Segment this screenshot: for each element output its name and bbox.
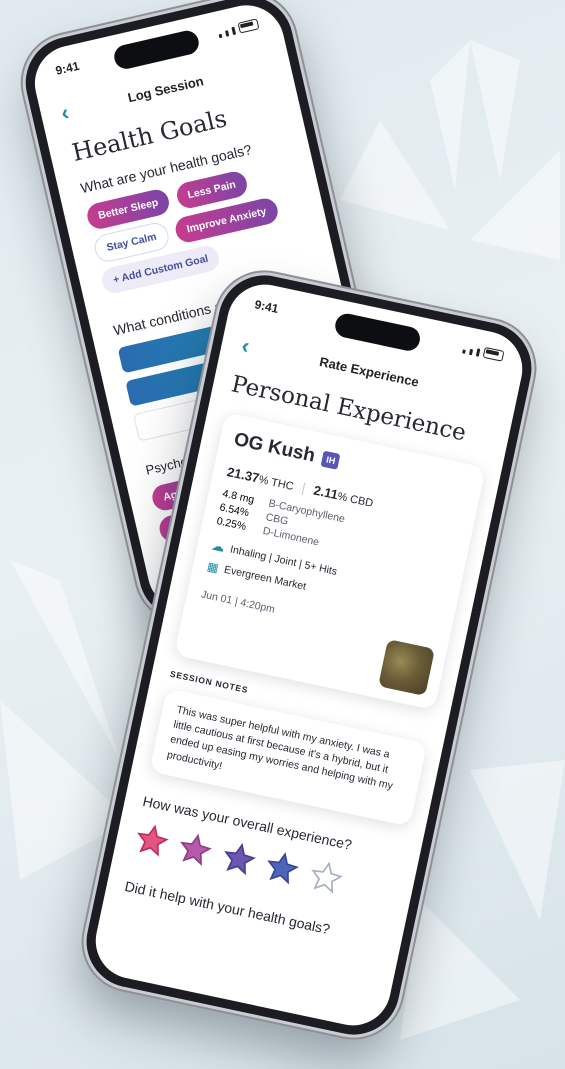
status-icons xyxy=(217,18,260,39)
cbd-value: 2.11 xyxy=(312,482,340,503)
signal-bar xyxy=(231,26,237,36)
cbd-unit: % CBD xyxy=(336,490,375,510)
star-icon[interactable] xyxy=(132,820,172,860)
status-icons xyxy=(462,342,505,362)
thc-value: 21.37 xyxy=(225,464,261,486)
star-shape xyxy=(311,861,343,894)
star-shape xyxy=(267,852,300,885)
status-time: 9:41 xyxy=(253,297,280,316)
strain-type-badge: IH xyxy=(320,450,341,470)
star-icon[interactable] xyxy=(175,829,215,869)
signal-bar xyxy=(475,348,481,357)
dynamic-island xyxy=(111,28,202,72)
status-time: 9:41 xyxy=(54,58,81,78)
signal-icon xyxy=(462,349,466,354)
star-icon[interactable] xyxy=(262,848,302,888)
signal-icon xyxy=(218,33,223,39)
strain-name: OG Kush xyxy=(232,428,317,467)
strain-photo xyxy=(378,639,435,697)
battery-icon xyxy=(482,346,505,362)
session-datetime: Jun 01 | 4:20pm xyxy=(200,588,277,616)
star-shape xyxy=(224,842,256,876)
star-icon[interactable] xyxy=(219,839,259,879)
star-icon[interactable] xyxy=(306,857,346,897)
inhale-icon: ☁ xyxy=(210,537,227,555)
store-icon: ▦ xyxy=(205,559,220,576)
signal-bar xyxy=(225,30,230,37)
thc-unit: % THC xyxy=(257,473,295,493)
star-shape xyxy=(137,824,169,857)
strain-card[interactable]: OG Kush IH 21.37% THC | 2.11% CBD 4.8 mg… xyxy=(174,412,486,711)
battery-icon xyxy=(237,18,260,34)
star-shape xyxy=(180,833,213,866)
dynamic-island xyxy=(333,311,423,353)
signal-bar xyxy=(468,348,474,356)
